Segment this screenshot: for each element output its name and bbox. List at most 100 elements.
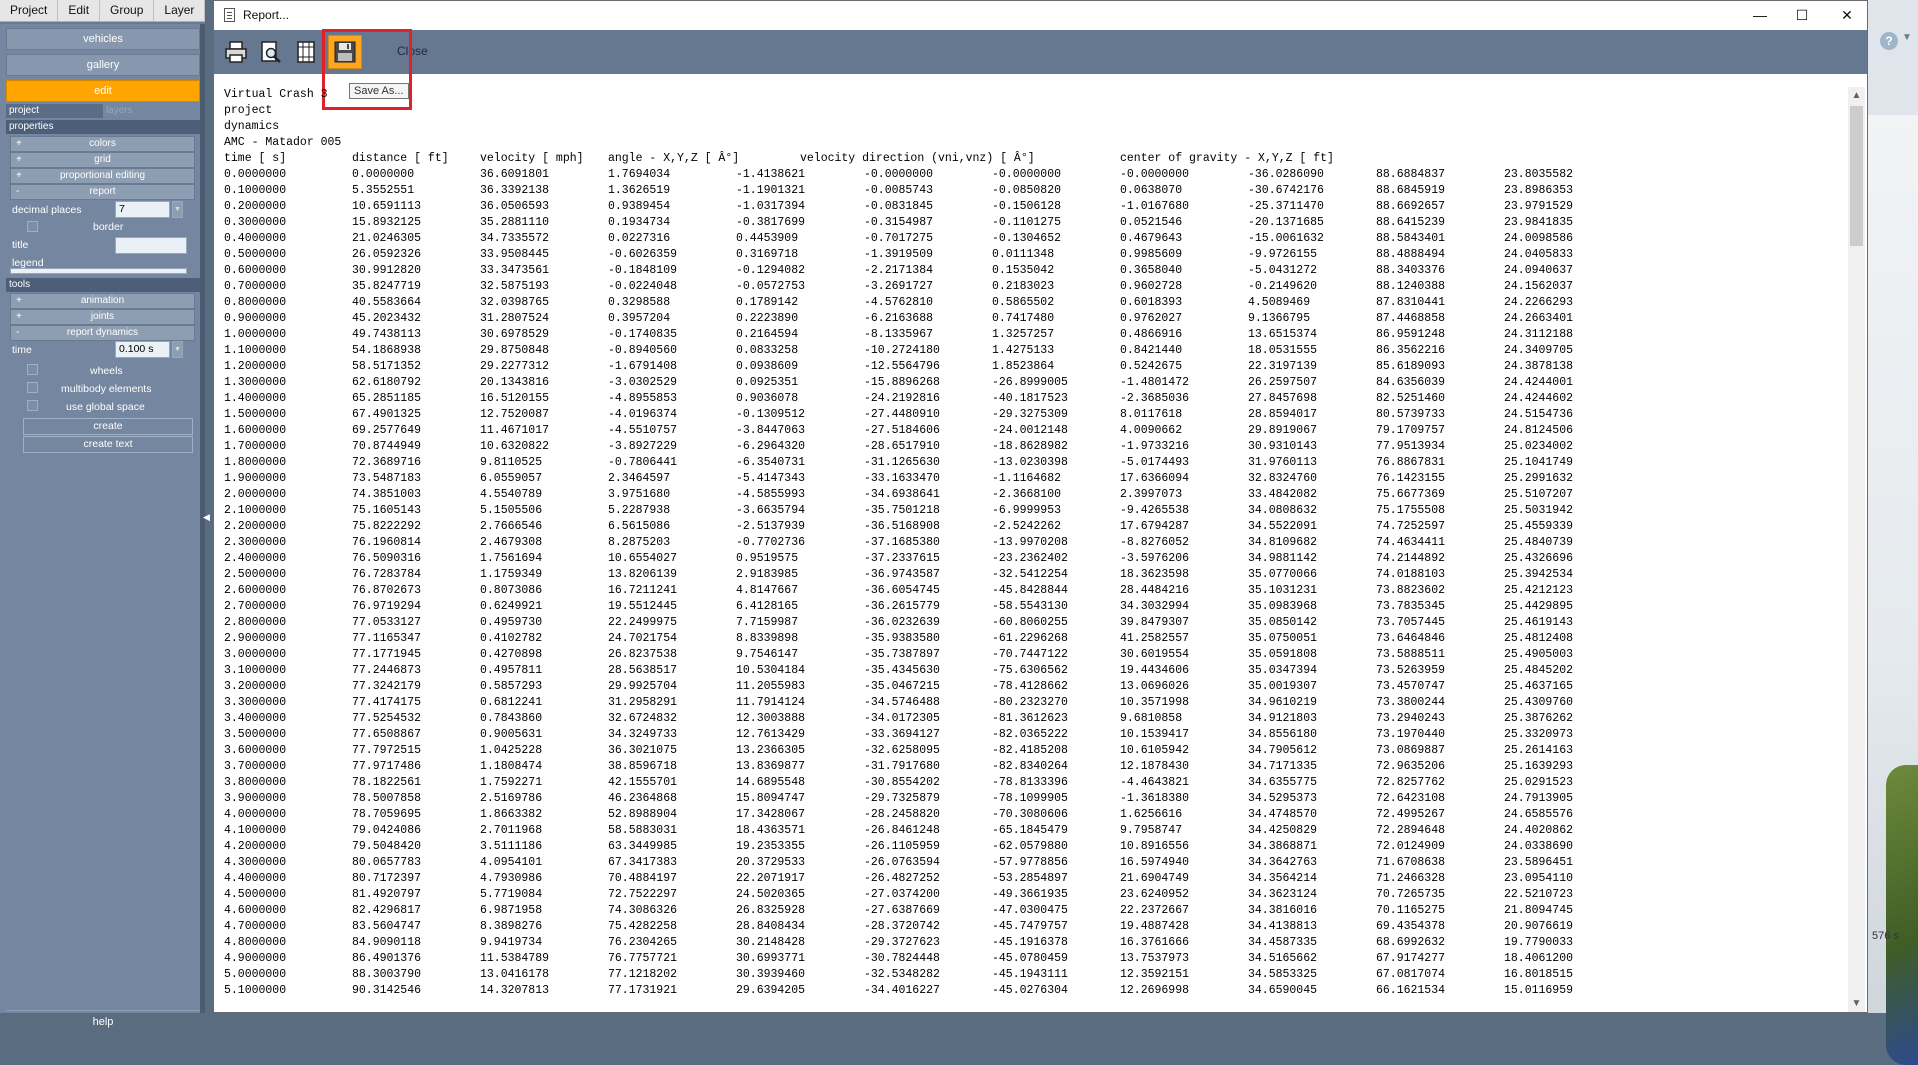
grid-section[interactable]: + grid [10,152,195,168]
report-section[interactable]: - report [10,184,195,200]
page-setup-button[interactable] [289,35,323,69]
border-checkbox[interactable] [27,221,38,232]
table-cell: 34.9881142 [1248,552,1318,565]
print-button[interactable] [219,35,253,69]
scroll-down-icon[interactable]: ▼ [1848,995,1865,1012]
table-cell: 24.7913905 [1504,792,1574,805]
table-cell: 12.7520087 [480,408,550,421]
table-cell: -29.3727623 [864,936,940,949]
legend-input[interactable] [10,268,187,274]
collapse-arrow-icon[interactable]: ◀ [203,512,210,523]
gallery-button[interactable]: gallery [6,54,200,76]
table-cell: 23.9791529 [1504,200,1574,213]
table-cell: 12.1878430 [1120,760,1190,773]
table-cell: 6.5615086 [608,520,671,533]
table-cell: -6.2163688 [864,312,934,325]
table-cell: 76.8867831 [1376,456,1446,469]
report-dynamics-section[interactable]: - report dynamics [10,325,195,341]
multibody-label: multibody elements [61,383,152,395]
table-cell: 9.9419734 [480,936,543,949]
menu-edit[interactable]: Edit [58,0,101,21]
tab-project[interactable]: project [6,104,103,118]
table-cell: 73.5888511 [1376,648,1446,661]
table-cell: 8.8339898 [736,632,799,645]
tab-layers[interactable]: layers [103,104,200,118]
table-cell: 25.1041749 [1504,456,1574,469]
table-cell: 25.4559339 [1504,520,1574,533]
table-cell: -0.1101275 [992,216,1062,229]
scene-viewport[interactable] [1868,115,1918,1065]
table-cell: 4.6000000 [224,904,287,917]
table-cell: 35.0770066 [1248,568,1318,581]
collapse-icon: - [16,327,20,338]
table-cell: 31.2958291 [608,696,678,709]
colors-section[interactable]: + colors [10,136,195,152]
vertical-scrollbar[interactable]: ▲ ▼ [1848,87,1865,1012]
table-cell: 4.5000000 [224,888,287,901]
wheels-checkbox[interactable] [27,364,38,375]
table-cell: 10.6105942 [1120,744,1190,757]
table-cell: -45.1943111 [992,968,1068,981]
table-cell: -40.1817523 [992,392,1068,405]
print-icon [225,41,247,63]
table-cell: 88.6845919 [1376,184,1446,197]
print-preview-button[interactable] [254,35,288,69]
table-cell: 34.5853325 [1248,968,1318,981]
column-header-velocity-direction: velocity direction (vni,vnz) [ Â°] [800,152,1035,165]
report-dynamics-label: report dynamics [66,327,139,338]
table-cell: -15.8896268 [864,376,940,389]
decimal-places-spinner[interactable]: ▼ [172,201,183,218]
table-cell: 31.9760113 [1248,456,1318,469]
chevron-down-icon[interactable]: ▼ [1902,32,1912,43]
wheels-label: wheels [90,365,123,377]
table-cell: -0.7806441 [608,456,678,469]
table-cell: -3.0302529 [608,376,678,389]
time-input[interactable]: 0.100 s [115,341,170,358]
minimize-button[interactable]: — [1737,1,1783,30]
table-cell: 4.8147667 [736,584,799,597]
table-cell: 34.6590045 [1248,984,1318,997]
menu-layer[interactable]: Layer [154,0,206,21]
table-cell: -1.1164682 [992,472,1062,485]
table-cell: 0.3658040 [1120,264,1183,277]
maximize-button[interactable]: ☐ [1779,1,1825,30]
menu-group[interactable]: Group [100,0,155,21]
edit-button[interactable]: edit [6,80,200,102]
table-cell: -30.6742176 [1248,184,1324,197]
table-cell: -18.8628982 [992,440,1068,453]
table-cell: 70.1165275 [1376,904,1446,917]
decimal-places-input[interactable]: 7 [115,201,170,218]
animation-section[interactable]: + animation [10,293,195,309]
scroll-thumb[interactable] [1850,106,1863,246]
table-cell: -4.4643821 [1120,776,1190,789]
table-cell: -47.0300475 [992,904,1068,917]
table-cell: 5.1505506 [480,504,543,517]
proportional-editing-section[interactable]: + proportional editing [10,168,195,184]
table-cell: 24.2663401 [1504,312,1574,325]
help-circle-icon[interactable]: ? [1880,32,1898,50]
table-cell: 72.8257762 [1376,776,1446,789]
table-cell: 23.8035582 [1504,168,1574,181]
table-cell: 0.2164594 [736,328,799,341]
multibody-checkbox[interactable] [27,382,38,393]
dialog-titlebar: Report... — ☐ ✕ [214,1,1867,30]
joints-section[interactable]: + joints [10,309,195,325]
scroll-up-icon[interactable]: ▲ [1848,87,1865,104]
table-cell: -0.7702736 [736,536,806,549]
time-spinner[interactable]: ▼ [172,341,183,358]
vehicles-button[interactable]: vehicles [6,28,200,50]
close-window-button[interactable]: ✕ [1824,1,1870,30]
table-cell: -70.3080606 [992,808,1068,821]
title-input[interactable] [115,237,187,254]
table-cell: 1.2000000 [224,360,287,373]
global-space-checkbox[interactable] [27,400,38,411]
table-cell: 70.8744949 [352,440,422,453]
create-text-button[interactable]: create text [23,436,193,453]
report-rows: 0.0000000 0.0000000 36.6091801 1.7694034 -1.… [224,167,1844,999]
menu-project[interactable]: Project [0,0,59,21]
create-button[interactable]: create [23,418,193,435]
table-cell: 21.0246305 [352,232,422,245]
help-button[interactable]: help [6,1010,200,1032]
table-cell: -3.8447063 [736,424,806,437]
table-cell: 1.9000000 [224,472,287,485]
